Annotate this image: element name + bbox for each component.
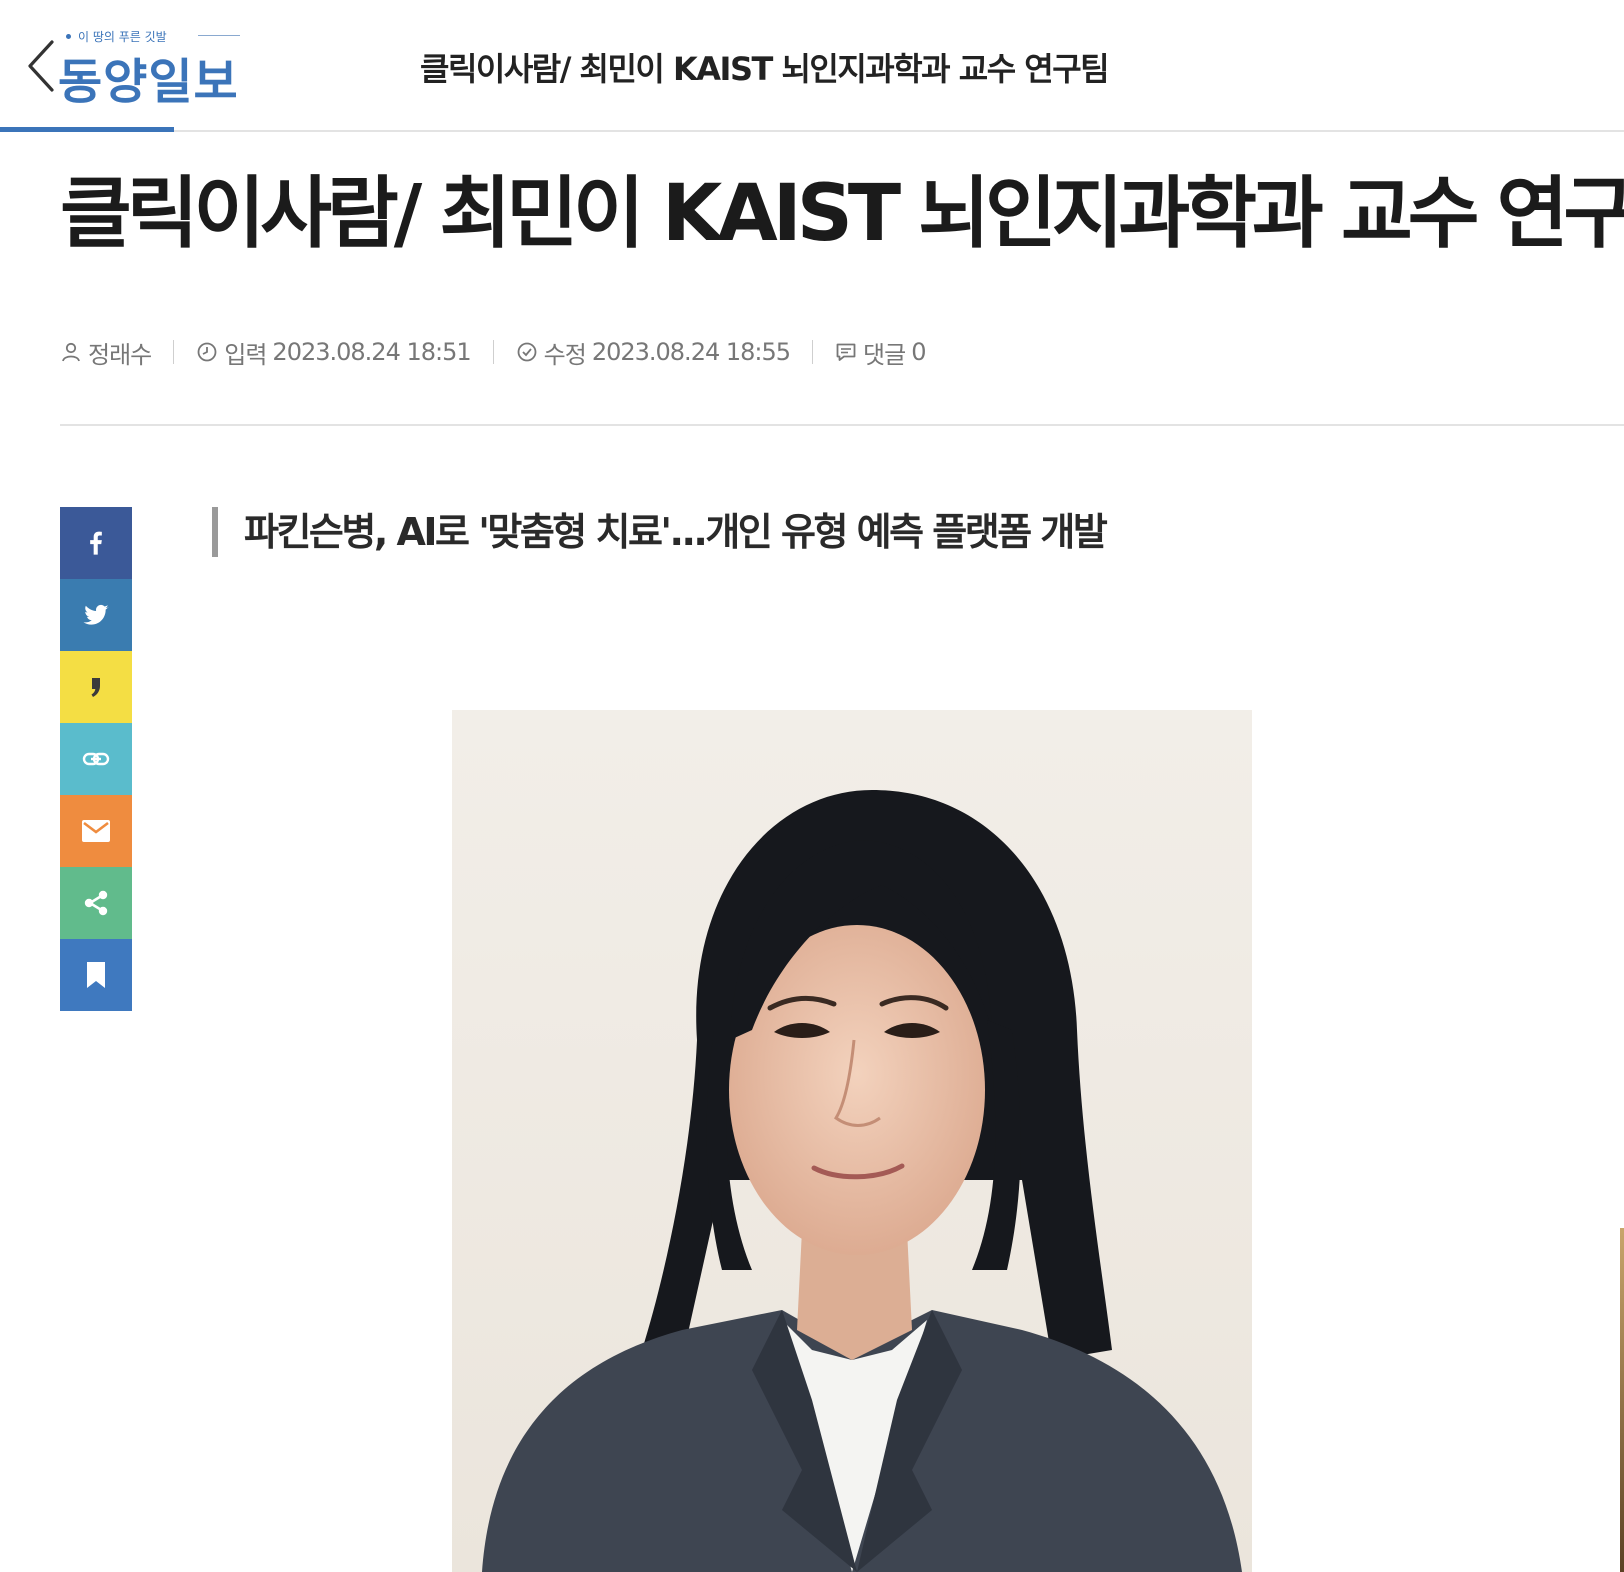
chevron-left-icon [28,40,54,92]
adjacent-content-edge [1620,1228,1624,1572]
article-headline: 클릭이사람/ 최민이 KAIST 뇌인지과학과 교수 연구팀 [60,169,1624,259]
email-share-button[interactable] [60,795,132,867]
meta-separator [812,340,814,364]
input-date: 2023.08.24 18:51 [272,338,471,366]
back-button[interactable] [22,36,62,96]
person-icon [62,342,80,362]
meta-separator [173,340,175,364]
facebook-share-button[interactable] [60,507,132,579]
share-toolbar [60,507,132,1011]
facebook-icon [90,531,102,555]
meta-divider [60,424,1624,426]
share-icon [84,890,108,916]
kakaostory-share-button[interactable] [60,651,132,723]
link-icon [82,752,110,766]
header-accent-bar [0,127,174,132]
bookmark-icon [87,962,105,988]
twitter-icon [83,604,109,625]
mail-icon [82,820,110,842]
modified-date: 2023.08.24 18:55 [591,338,791,366]
input-label: 입력 [224,340,267,369]
twitter-share-button[interactable] [60,579,132,651]
modified-label: 수정 [543,340,587,369]
logo-name: 동양일보 [58,54,239,110]
more-share-button[interactable] [60,867,132,939]
meta-separator [492,340,494,364]
logo-dot [66,34,71,39]
author-info: 정래수 [60,335,152,370]
bookmark-button[interactable] [60,939,132,1011]
logo-slogan-line [198,35,240,36]
check-circle-icon [517,342,537,362]
top-header: 이 땅의 푸른 깃발 동양일보 클릭이사람/ 최민이 KAIST 뇌인지과학과 … [0,0,1624,132]
comment-icon [836,343,856,361]
portrait-image [452,710,1252,1572]
article-meta: 정래수 입력 2023.08.24 18:51 수정 2023.08.24 18… [60,332,927,372]
comments-label: 댓글 [863,340,906,369]
clock-icon [197,342,217,362]
header-title: 클릭이사람/ 최민이 KAIST 뇌인지과학과 교수 연구팀 [420,50,1110,88]
comments-link[interactable]: 댓글 0 [835,335,927,370]
site-logo[interactable]: 이 땅의 푸른 깃발 동양일보 [58,24,248,110]
article-subtitle: 파킨슨병, AI로 '맞춤형 치료'...개인 유형 예측 플랫폼 개발 [212,507,1108,557]
modified-date-info: 수정 2023.08.24 18:55 [516,335,791,370]
author-name[interactable]: 정래수 [88,335,152,370]
input-date-info: 입력 2023.08.24 18:51 [196,335,472,370]
article-photo [452,710,1252,1572]
comments-count: 0 [911,338,926,366]
copy-link-button[interactable] [60,723,132,795]
kakaostory-icon [91,678,100,697]
